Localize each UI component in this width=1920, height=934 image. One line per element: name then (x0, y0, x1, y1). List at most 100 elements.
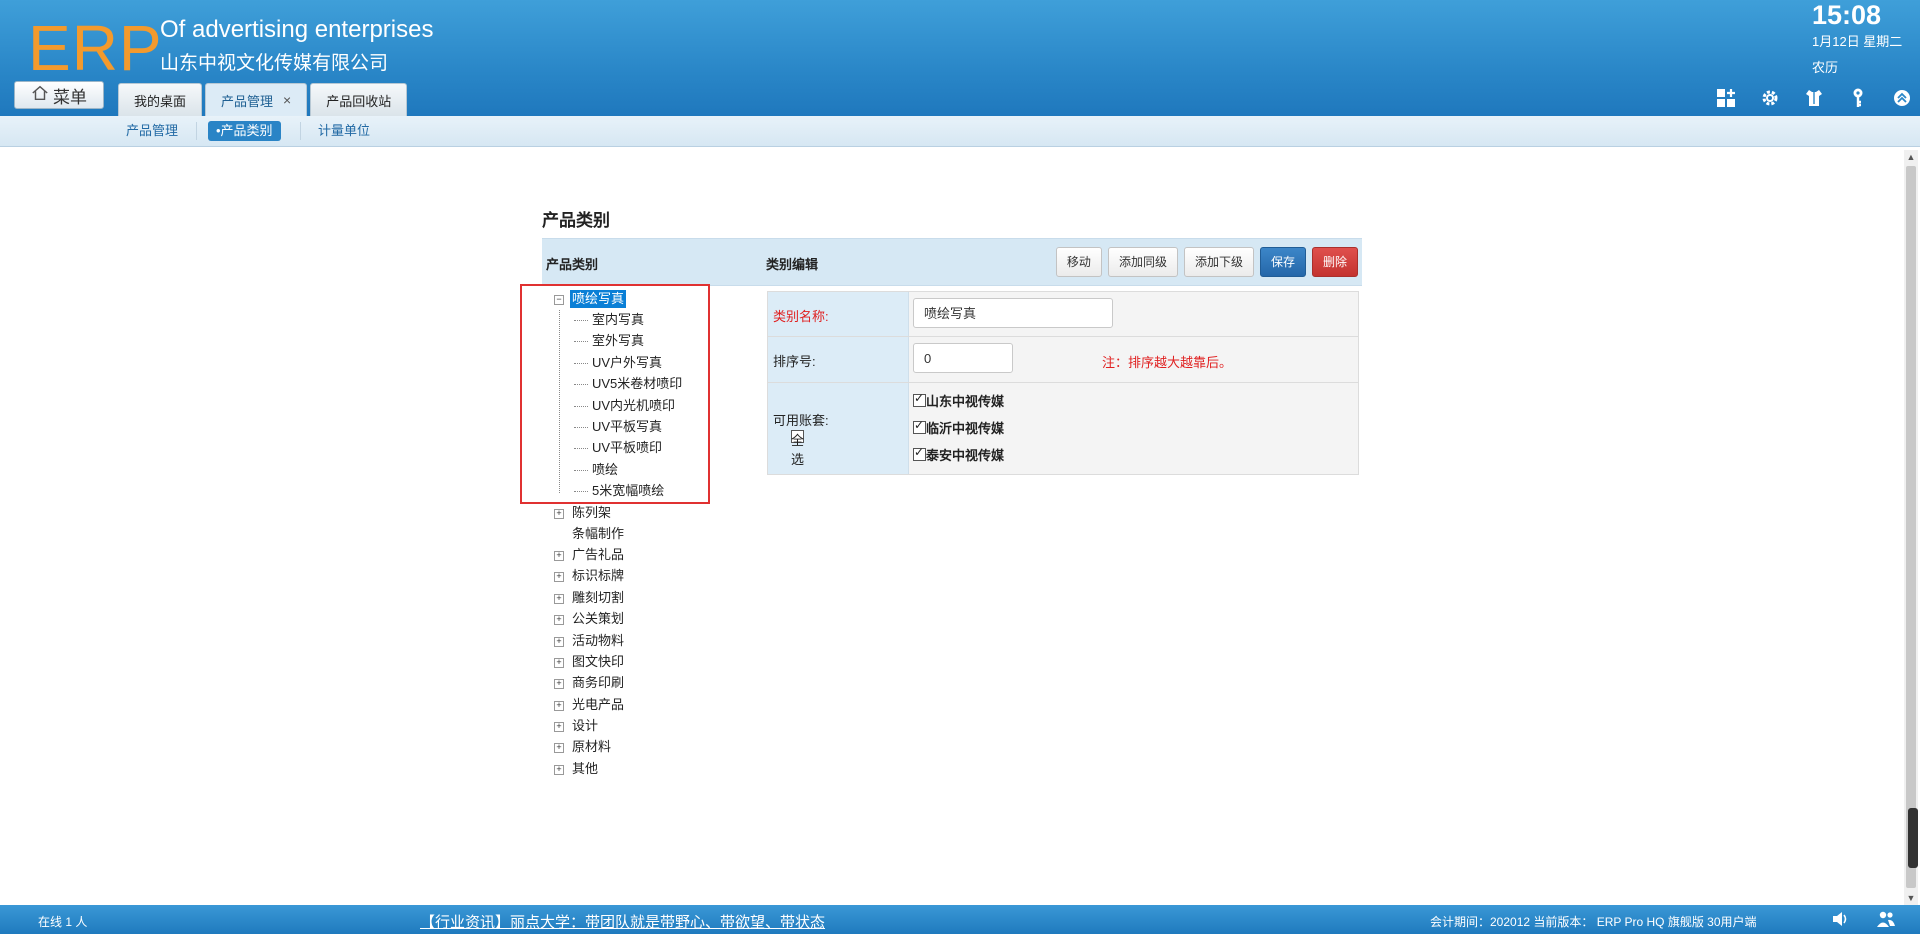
tree-panel-heading: 产品类别 (546, 257, 599, 272)
save-button[interactable]: 保存 (1259, 247, 1306, 277)
home-icon (31, 84, 49, 107)
header-toolbar (1714, 86, 1914, 110)
action-buttons: 移动 添加同级 添加下级 保存 删除 (1055, 247, 1358, 277)
tab-product-management[interactable]: 产品管理 × (205, 83, 308, 116)
subnav-unit-of-measure[interactable]: 计量单位 (318, 121, 370, 141)
annotation-highlight-box (520, 284, 710, 504)
category-name-label: 类别名称: (773, 309, 829, 324)
company-name-cn: 山东中视文化传媒有限公司 (160, 53, 389, 74)
tab-close-icon[interactable]: × (283, 92, 291, 108)
version-info: 会计期间：202012 当前版本： ERP Pro HQ 旗舰版 30用户端 (1430, 915, 1757, 929)
users-icon[interactable] (1876, 909, 1896, 932)
form-label-cell: 类别名称: (768, 292, 909, 336)
sort-order-note: 注：排序越大越靠后。 (1102, 355, 1233, 370)
account-label: 临沂中视传媒 (926, 421, 1005, 436)
online-users-count: 在线 1 人 (38, 915, 88, 929)
account-checkbox[interactable]: 山东中视传媒 (913, 391, 1004, 410)
expand-toggle-icon[interactable]: + (554, 658, 564, 668)
tree-node-label[interactable]: 条幅制作 (572, 525, 624, 543)
page-title: 产品类别 (542, 211, 610, 230)
gear-icon[interactable] (1758, 86, 1782, 110)
tab-label: 产品管理 (221, 93, 274, 109)
expand-toggle-icon[interactable]: + (554, 594, 564, 604)
expand-toggle-icon[interactable]: + (554, 701, 564, 711)
app-header: ERP Of advertising enterprises 山东中视文化传媒有… (0, 0, 1920, 116)
sort-order-label: 排序号: (773, 354, 816, 369)
expand-toggle-icon[interactable]: + (554, 615, 564, 625)
main-menu-button[interactable]: 菜单 (14, 81, 104, 109)
tree-node-label[interactable]: 设计 (572, 717, 598, 735)
expand-toggle-icon[interactable]: + (554, 679, 564, 689)
key-icon[interactable] (1846, 86, 1870, 110)
expand-toggle-icon[interactable]: + (554, 637, 564, 647)
select-all-label: 全选 (791, 433, 805, 467)
panel-header: 产品类别 类别编辑 移动 添加同级 添加下级 保存 删除 (542, 238, 1362, 286)
footer-toolbar (1830, 909, 1896, 932)
status-bar: 在线 1 人 【行业资讯】丽点大学：带团队就是带野心、带欲望、带状态 会计期间：… (0, 905, 1920, 934)
tree-node-label[interactable]: 活动物料 (572, 632, 624, 650)
erp-logo: ERP (28, 12, 163, 84)
lunar-calendar-link[interactable]: 农历 (1812, 57, 1838, 76)
add-sibling-button[interactable]: 添加同级 (1107, 247, 1178, 277)
scroll-up-arrow-icon[interactable]: ▲ (1906, 152, 1916, 162)
expand-toggle-icon[interactable]: + (554, 509, 564, 519)
tree-node-label[interactable]: 商务印刷 (572, 674, 624, 692)
scroll-down-arrow-icon[interactable]: ▼ (1906, 893, 1916, 903)
checkbox-checked-icon[interactable] (913, 445, 926, 461)
tree-node-label[interactable]: 公关策划 (572, 610, 624, 628)
subnav-product-category[interactable]: •产品类别 (208, 121, 281, 141)
tree-node-label[interactable]: 标识标牌 (572, 567, 624, 585)
tab-bar: 我的桌面 产品管理 × 产品回收站 (118, 83, 408, 116)
grid-add-icon[interactable] (1714, 86, 1738, 110)
subnav-divider (300, 122, 301, 140)
clock-time: 15:08 (1812, 0, 1882, 30)
expand-toggle-icon[interactable]: + (554, 551, 564, 561)
tree-node-label[interactable]: 陈列架 (572, 504, 611, 522)
expand-toggle-icon[interactable]: + (554, 722, 564, 732)
category-name-input[interactable]: 喷绘写真 (913, 298, 1113, 328)
tree-node-label[interactable]: 广告礼品 (572, 546, 624, 564)
industry-news-link[interactable]: 【行业资讯】丽点大学：带团队就是带野心、带欲望、带状态 (420, 911, 825, 932)
expand-toggle-icon[interactable]: + (554, 743, 564, 753)
tree-node-label[interactable]: 光电产品 (572, 696, 624, 714)
account-checkbox[interactable]: 临沂中视传媒 (913, 418, 1004, 437)
tab-label: 我的桌面 (134, 93, 187, 109)
checkbox-checked-icon[interactable] (913, 418, 926, 434)
sub-navigation: 产品管理 •产品类别 计量单位 (0, 116, 1920, 147)
main-menu-label: 菜单 (53, 87, 87, 107)
company-name-en: Of advertising enterprises (160, 16, 434, 43)
add-child-button[interactable]: 添加下级 (1183, 247, 1254, 277)
expand-toggle-icon[interactable]: + (554, 572, 564, 582)
form-row-accounts: 可用账套: 全选 山东中视传媒 临沂中视传媒 泰安中视传媒 (768, 383, 1358, 474)
category-edit-form: 类别名称: 喷绘写真 排序号: 0 注：排序越大越靠后。 可用账套: 全选 山东… (767, 291, 1359, 475)
edit-panel-heading: 类别编辑 (766, 257, 819, 272)
collapse-up-icon[interactable] (1890, 86, 1914, 110)
form-label-cell: 排序号: (768, 337, 909, 382)
scrollbar-thumb[interactable] (1906, 166, 1916, 888)
tree-node-label[interactable]: 图文快印 (572, 653, 624, 671)
sort-order-input[interactable]: 0 (913, 343, 1013, 373)
side-widget-handle[interactable] (1908, 808, 1918, 868)
form-row-sort: 排序号: 0 注：排序越大越靠后。 (768, 337, 1358, 383)
expand-toggle-icon[interactable]: + (554, 765, 564, 775)
tab-product-recycle-bin[interactable]: 产品回收站 (310, 83, 408, 116)
tab-my-desktop[interactable]: 我的桌面 (118, 83, 203, 116)
tree-node-label[interactable]: 雕刻切割 (572, 589, 624, 607)
checkbox-checked-icon[interactable] (913, 391, 926, 407)
account-label: 山东中视传媒 (926, 394, 1005, 409)
vertical-scrollbar[interactable]: ▲ ▼ (1904, 150, 1918, 905)
speaker-icon[interactable] (1830, 909, 1850, 932)
subnav-product-management[interactable]: 产品管理 (126, 121, 178, 141)
tree-node-label[interactable]: 原材料 (572, 738, 611, 756)
form-label-cell: 可用账套: 全选 (768, 383, 909, 474)
accounts-label: 可用账套: (773, 413, 829, 428)
move-button[interactable]: 移动 (1055, 247, 1102, 277)
shirt-icon[interactable] (1802, 86, 1826, 110)
tree-node-label[interactable]: 其他 (572, 760, 598, 778)
tab-label: 产品回收站 (326, 93, 392, 109)
clock-date: 1月12日 星期二 (1812, 34, 1903, 49)
account-label: 泰安中视传媒 (926, 448, 1005, 463)
subnav-divider (196, 122, 197, 140)
delete-button[interactable]: 删除 (1311, 247, 1358, 277)
account-checkbox[interactable]: 泰安中视传媒 (913, 445, 1004, 464)
